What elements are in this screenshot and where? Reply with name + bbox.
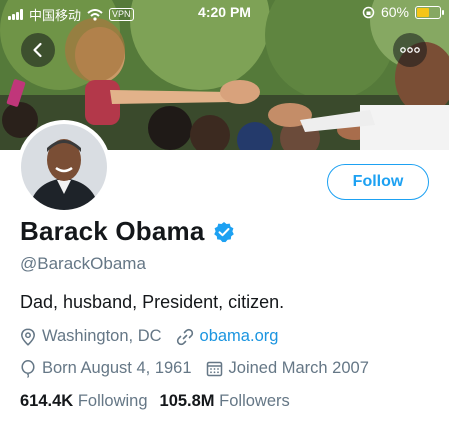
followers-count: 105.8M — [159, 392, 215, 410]
more-options-button[interactable] — [393, 33, 427, 67]
follow-stats: 614.4K Following 105.8M Followers — [20, 392, 290, 411]
joined-date-text: Joined March 2007 — [228, 359, 369, 377]
follow-button[interactable]: Follow — [327, 164, 429, 200]
link-icon — [176, 328, 193, 345]
calendar-icon — [206, 361, 222, 377]
battery-percent: 60% — [380, 4, 409, 20]
more-dots-icon — [400, 47, 420, 53]
profile-bio: Dad, husband, President, citizen. — [20, 292, 285, 312]
chevron-left-icon — [33, 42, 42, 58]
followers-label: Followers — [219, 392, 290, 410]
location-text: Washington, DC — [42, 327, 162, 345]
display-name: Barack Obama — [20, 216, 205, 246]
birthday-text: Born August 4, 1961 — [42, 359, 192, 377]
username-handle: @BarackObama — [20, 254, 146, 273]
website-link[interactable]: obama.org — [200, 327, 279, 346]
balloon-icon — [21, 359, 35, 378]
orientation-lock-icon — [362, 6, 375, 18]
location-pin-icon — [21, 327, 35, 346]
profile-avatar[interactable] — [17, 120, 111, 214]
status-bar: 中国移动 VPN 4:20 PM 60% — [0, 0, 449, 26]
profile-meta-location-row: Washington, DC obama.org — [20, 327, 292, 346]
followers-stat[interactable]: 105.8M Followers — [160, 392, 290, 411]
following-count: 614.4K — [20, 392, 74, 410]
profile-meta-dates-row: Born August 4, 1961 Joined March 2007 — [20, 359, 383, 378]
following-stat[interactable]: 614.4K Following — [20, 392, 148, 411]
battery-icon — [415, 5, 444, 19]
back-button[interactable] — [21, 33, 55, 67]
verified-badge-icon — [213, 221, 234, 242]
avatar-photo — [21, 124, 107, 210]
following-label: Following — [77, 392, 148, 410]
